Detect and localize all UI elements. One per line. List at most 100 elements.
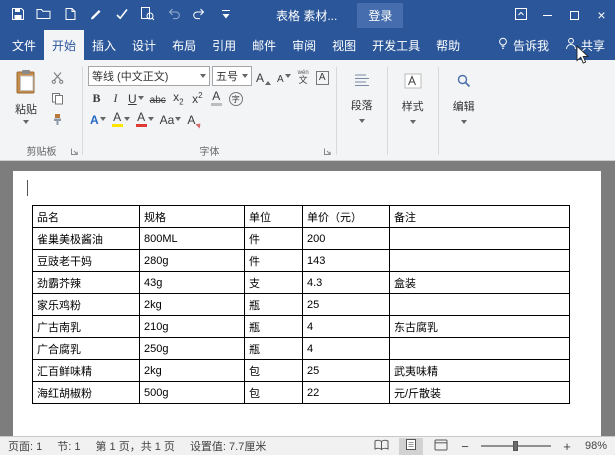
document-page[interactable]: 品名 规格 单位 单价（元） 备注 雀巢美极酱油 800ML 件 200 豆豉老… — [13, 171, 601, 436]
format-painter-quick-button[interactable] — [83, 4, 108, 26]
share-button[interactable]: 共享 — [565, 30, 605, 60]
tab-help[interactable]: 帮助 — [428, 30, 468, 60]
print-preview-button[interactable] — [135, 4, 160, 26]
table-cell[interactable]: 豆豉老干妈 — [33, 250, 140, 272]
zoom-out-button[interactable]: − — [459, 439, 471, 454]
table-cell[interactable]: 支 — [245, 272, 303, 294]
table-cell[interactable]: 210g — [140, 316, 245, 338]
tell-me-button[interactable]: 告诉我 — [497, 30, 549, 60]
styles-group-button[interactable]: 样式 — [390, 62, 436, 158]
table-cell[interactable]: 件 — [245, 250, 303, 272]
cut-button[interactable] — [51, 71, 75, 87]
font-name-combo[interactable]: 等线 (中文正文) — [88, 66, 210, 86]
table-cell[interactable]: 武夷味精 — [390, 360, 570, 382]
tab-insert[interactable]: 插入 — [84, 30, 124, 60]
table-header-cell[interactable]: 单位 — [245, 206, 303, 228]
print-layout-button[interactable] — [399, 438, 423, 455]
new-document-button[interactable] — [57, 4, 82, 26]
format-painter-button[interactable] — [51, 113, 75, 129]
zoom-in-button[interactable]: + — [561, 439, 573, 454]
table-cell[interactable]: 2kg — [140, 360, 245, 382]
table-header-cell[interactable]: 规格 — [140, 206, 245, 228]
table-cell[interactable]: 43g — [140, 272, 245, 294]
status-setting-value[interactable]: 设置值: 7.7厘米 — [190, 438, 266, 454]
grow-font-button[interactable]: A — [254, 67, 273, 86]
table-cell[interactable]: 2kg — [140, 294, 245, 316]
paragraph-group-button[interactable]: 段落 — [339, 62, 385, 158]
table-cell[interactable]: 4 — [303, 316, 390, 338]
font-size-combo[interactable]: 五号 — [212, 66, 252, 86]
table-cell[interactable]: 包 — [245, 360, 303, 382]
table-cell[interactable]: 东古腐乳 — [390, 316, 570, 338]
table-cell[interactable]: 22 — [303, 382, 390, 404]
open-button[interactable] — [31, 4, 56, 26]
italic-button[interactable]: I — [107, 88, 124, 107]
zoom-slider-thumb[interactable] — [513, 441, 518, 451]
bold-button[interactable]: B — [88, 88, 105, 107]
table-header-cell[interactable]: 品名 — [33, 206, 140, 228]
read-mode-button[interactable] — [369, 438, 393, 455]
minimize-button[interactable] — [534, 0, 561, 30]
table-cell[interactable]: 包 — [245, 382, 303, 404]
table-cell[interactable]: 500g — [140, 382, 245, 404]
table-cell[interactable]: 广古南乳 — [33, 316, 140, 338]
undo-button[interactable] — [161, 4, 186, 26]
status-page-of[interactable]: 第 1 页，共 1 页 — [95, 438, 174, 454]
table-cell[interactable] — [390, 338, 570, 360]
font-color-button[interactable]: A — [134, 109, 156, 128]
ribbon-display-options-button[interactable] — [507, 0, 534, 30]
table-cell[interactable]: 件 — [245, 228, 303, 250]
table-cell[interactable]: 4.3 — [303, 272, 390, 294]
restore-button[interactable] — [561, 0, 588, 30]
table-cell[interactable] — [390, 228, 570, 250]
table-header-cell[interactable]: 备注 — [390, 206, 570, 228]
tab-layout[interactable]: 布局 — [164, 30, 204, 60]
text-highlight-button[interactable]: A — [110, 109, 132, 128]
text-effects-button[interactable]: A — [88, 109, 108, 128]
editing-group-button[interactable]: 编辑 — [441, 62, 487, 158]
table-cell[interactable]: 雀巢美极酱油 — [33, 228, 140, 250]
clear-formatting-button[interactable]: A — [185, 109, 204, 128]
table-cell[interactable]: 25 — [303, 294, 390, 316]
tab-review[interactable]: 审阅 — [284, 30, 324, 60]
tab-references[interactable]: 引用 — [204, 30, 244, 60]
tab-home[interactable]: 开始 — [44, 30, 84, 60]
tab-design[interactable]: 设计 — [124, 30, 164, 60]
close-button[interactable]: × — [588, 0, 615, 30]
web-layout-button[interactable] — [429, 438, 453, 455]
clipboard-dialog-launcher[interactable] — [69, 146, 79, 156]
tab-developer[interactable]: 开发工具 — [364, 30, 428, 60]
table-cell[interactable]: 25 — [303, 360, 390, 382]
font-dialog-launcher[interactable] — [323, 146, 333, 156]
table-cell[interactable]: 家乐鸡粉 — [33, 294, 140, 316]
table-cell[interactable]: 海红胡椒粉 — [33, 382, 140, 404]
strikethrough-button[interactable]: abc — [148, 88, 168, 107]
table-header-cell[interactable]: 单价（元） — [303, 206, 390, 228]
save-button[interactable] — [5, 4, 30, 26]
proofing-button[interactable] — [109, 4, 134, 26]
zoom-slider[interactable] — [481, 445, 551, 447]
table-cell[interactable]: 元/斤散装 — [390, 382, 570, 404]
table-cell[interactable]: 800ML — [140, 228, 245, 250]
table-cell[interactable] — [390, 294, 570, 316]
table-cell[interactable]: 瓶 — [245, 316, 303, 338]
character-shading-button[interactable]: A — [208, 88, 225, 107]
table-cell[interactable]: 汇百鲜味精 — [33, 360, 140, 382]
enclose-characters-button[interactable]: 字 — [227, 88, 245, 107]
copy-button[interactable] — [51, 92, 75, 108]
shrink-font-button[interactable]: A — [275, 67, 293, 86]
underline-button[interactable]: U — [126, 88, 146, 107]
table-cell[interactable]: 250g — [140, 338, 245, 360]
phonetic-guide-button[interactable]: wén文 — [295, 67, 312, 86]
table-cell[interactable]: 200 — [303, 228, 390, 250]
superscript-button[interactable]: x2 — [189, 88, 206, 107]
table-cell[interactable]: 瓶 — [245, 294, 303, 316]
tab-view[interactable]: 视图 — [324, 30, 364, 60]
table-cell[interactable]: 143 — [303, 250, 390, 272]
tab-mailings[interactable]: 邮件 — [244, 30, 284, 60]
paste-button[interactable]: 粘贴 — [6, 64, 46, 141]
table-cell[interactable]: 4 — [303, 338, 390, 360]
table-cell[interactable]: 280g — [140, 250, 245, 272]
status-section[interactable]: 节: 1 — [57, 438, 80, 454]
subscript-button[interactable]: x2 — [170, 88, 187, 107]
